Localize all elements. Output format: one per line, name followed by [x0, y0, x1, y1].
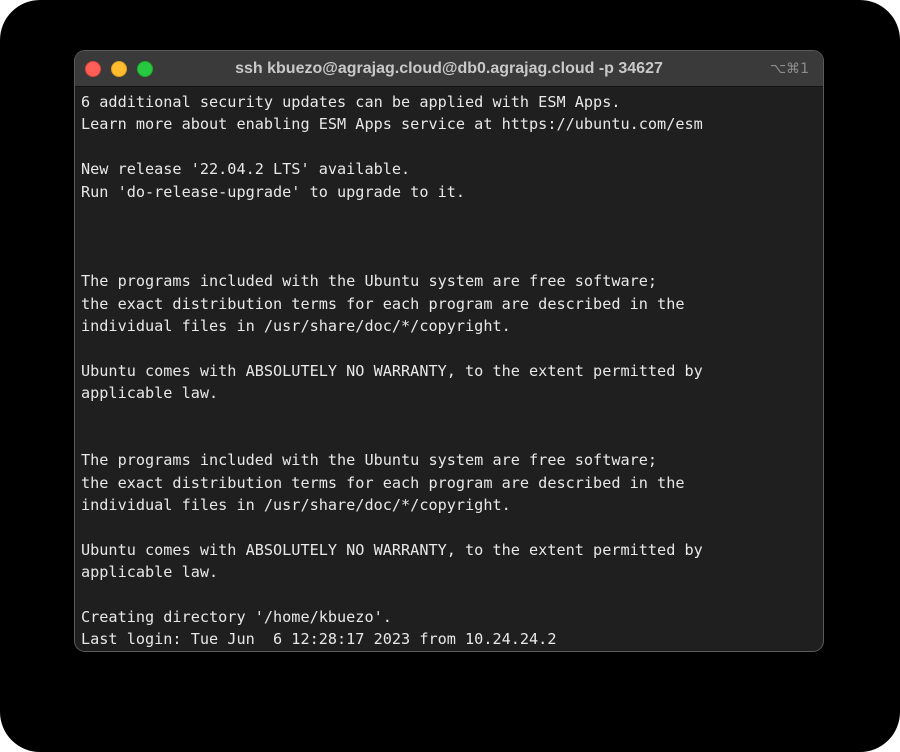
terminal-line: individual files in /usr/share/doc/*/cop… [81, 316, 511, 335]
window-titlebar[interactable]: ssh kbuezo@agrajag.cloud@db0.agrajag.clo… [75, 51, 823, 87]
terminal-line: the exact distribution terms for each pr… [81, 294, 685, 313]
terminal-line: the exact distribution terms for each pr… [81, 473, 685, 492]
terminal-line: 6 additional security updates can be app… [81, 93, 621, 111]
terminal-line: Creating directory '/home/kbuezo'. [81, 607, 392, 626]
terminal-line: Ubuntu comes with ABSOLUTELY NO WARRANTY… [81, 361, 703, 380]
window-title: ssh kbuezo@agrajag.cloud@db0.agrajag.clo… [235, 60, 663, 77]
terminal-line: Last login: Tue Jun 6 12:28:17 2023 from… [81, 630, 557, 649]
terminal-line: The programs included with the Ubuntu sy… [81, 272, 658, 291]
terminal-line: The programs included with the Ubuntu sy… [81, 451, 658, 470]
terminal-line: Learn more about enabling ESM Apps servi… [81, 115, 703, 134]
terminal-output[interactable]: 6 additional security updates can be app… [81, 91, 817, 651]
terminal-line: Ubuntu comes with ABSOLUTELY NO WARRANTY… [81, 540, 703, 559]
terminal-window[interactable]: ssh kbuezo@agrajag.cloud@db0.agrajag.clo… [74, 50, 824, 652]
terminal-line: Run 'do-release-upgrade' to upgrade to i… [81, 182, 466, 201]
terminal-line: New release '22.04.2 LTS' available. [81, 160, 411, 179]
terminal-line: individual files in /usr/share/doc/*/cop… [81, 496, 511, 515]
window-shortcut: ⌥⌘1 [769, 61, 809, 77]
terminal-line: applicable law. [81, 563, 219, 582]
terminal-line: applicable law. [81, 384, 219, 403]
